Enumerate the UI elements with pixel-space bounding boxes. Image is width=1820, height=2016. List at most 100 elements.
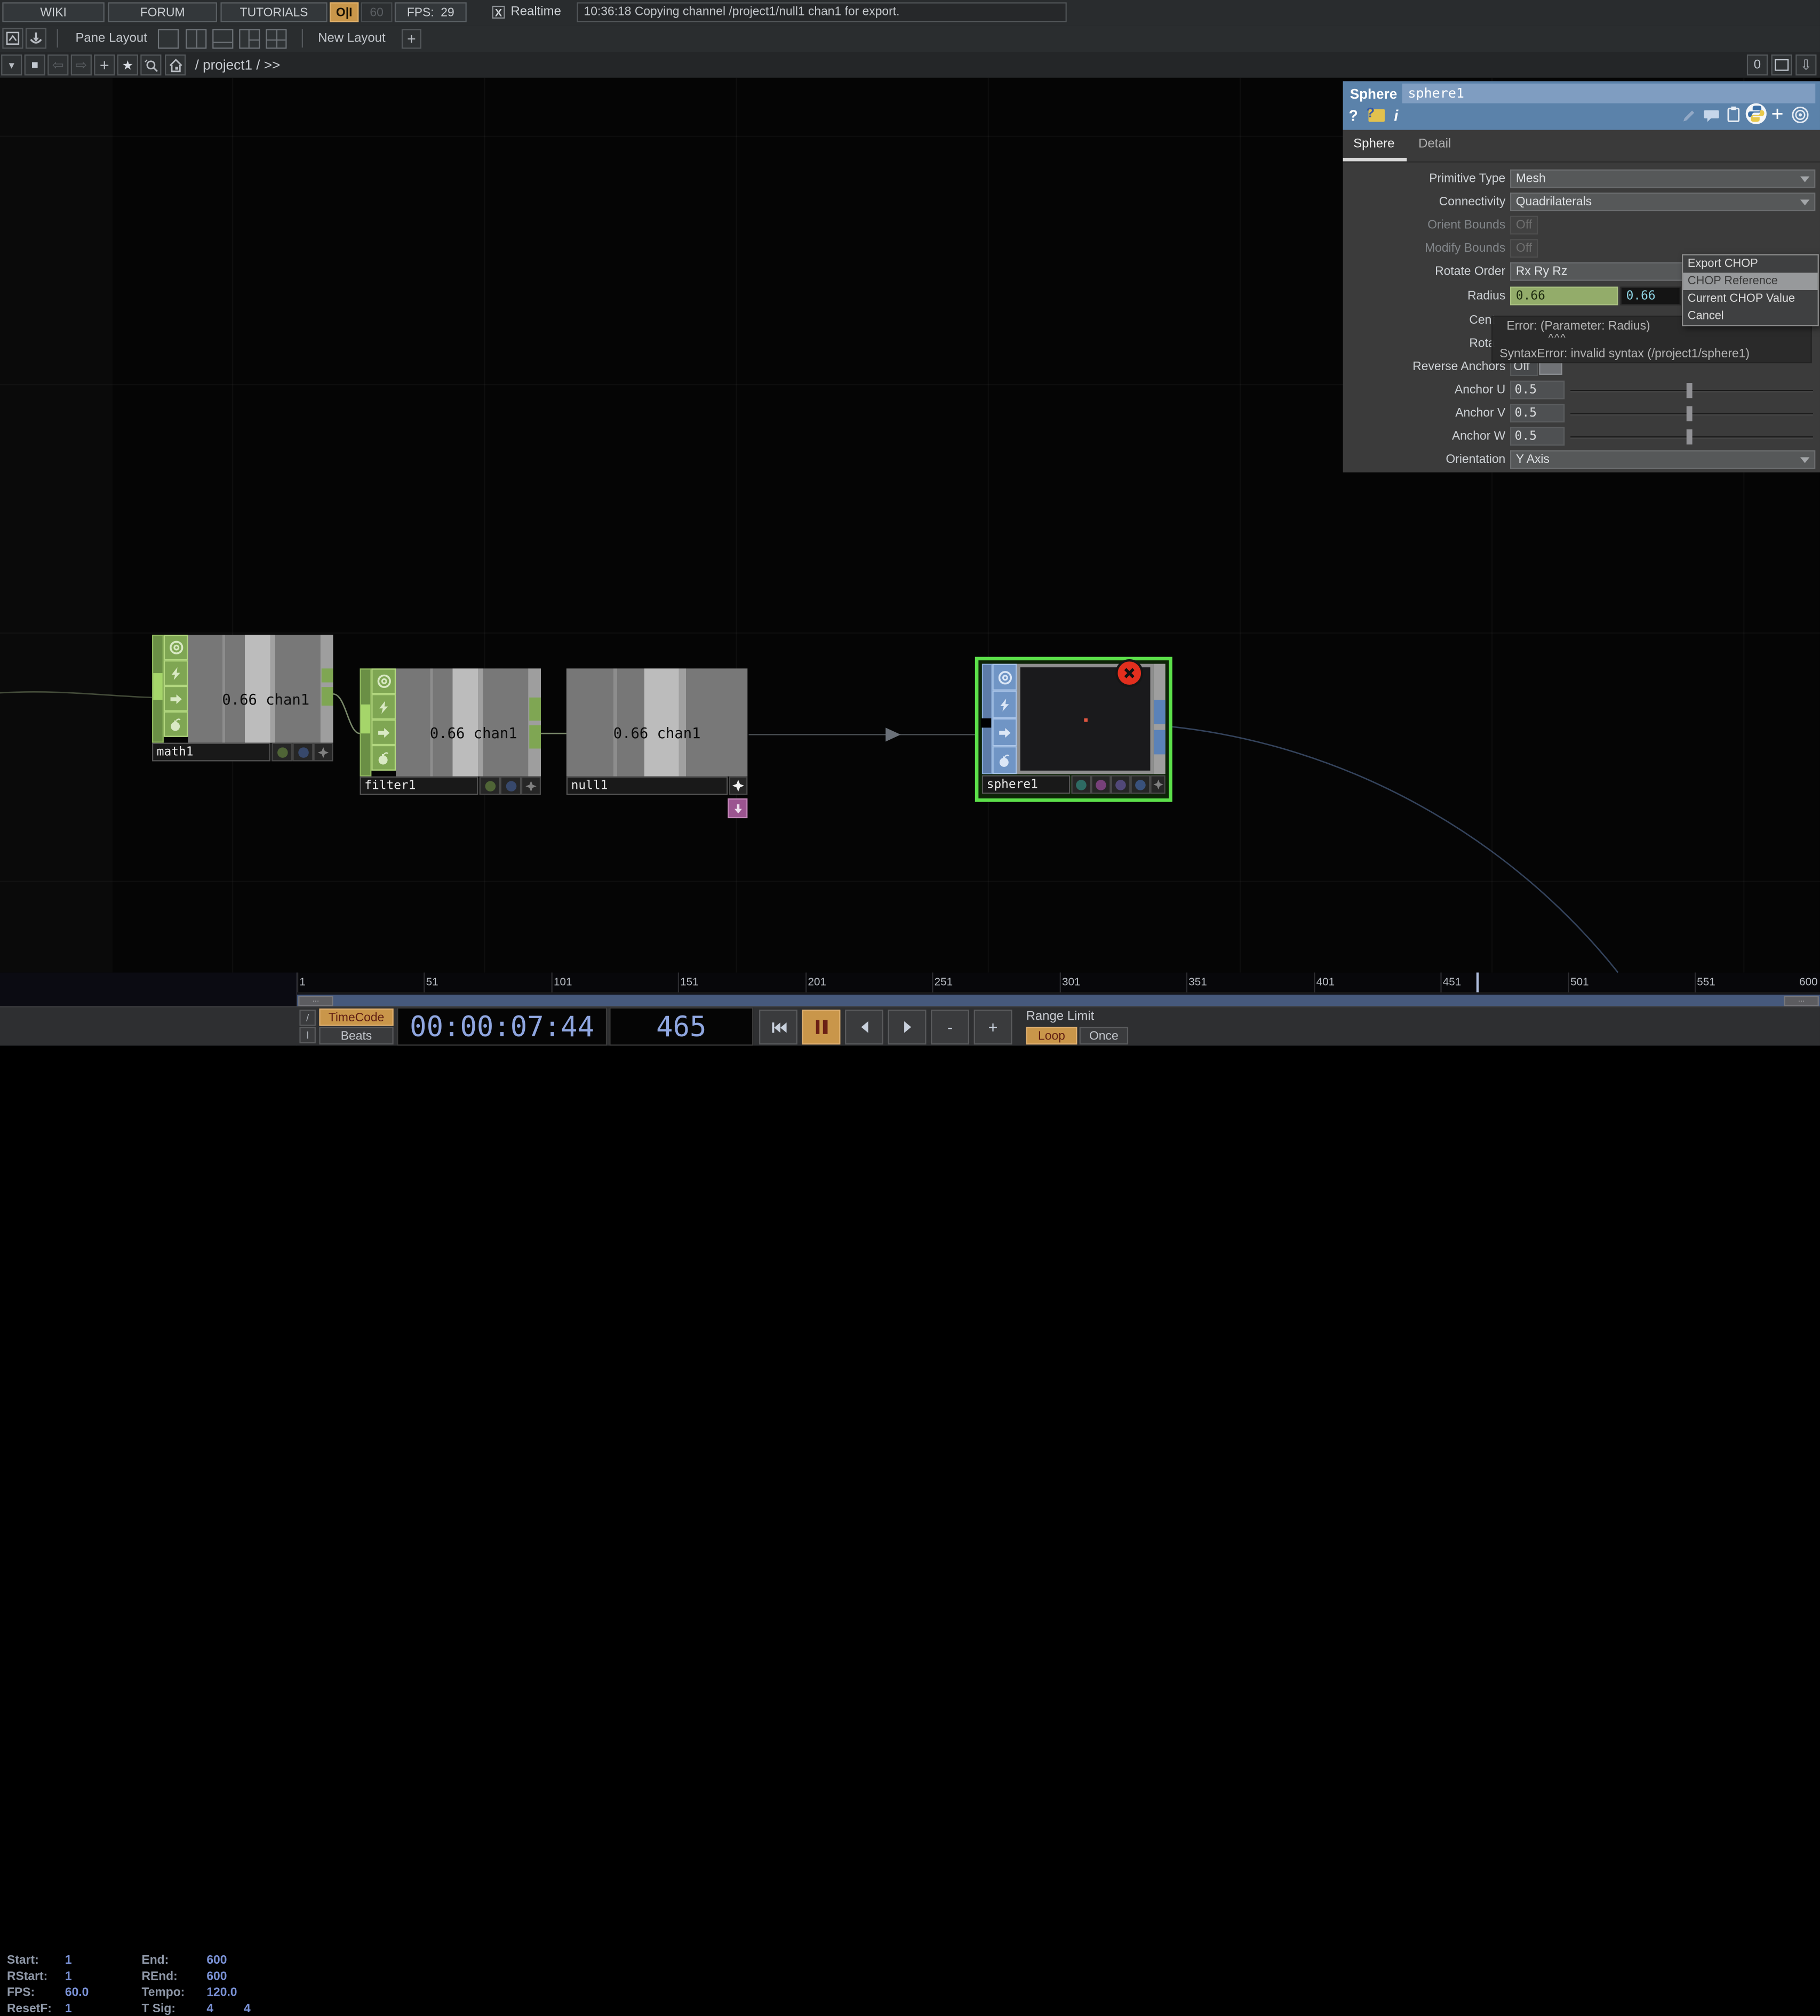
python-help-icon[interactable]: ? <box>1366 108 1386 123</box>
sphere1-flag-1[interactable] <box>1071 775 1091 794</box>
orientation-dropdown[interactable]: Y Axis <box>1510 450 1815 469</box>
radius-chop-value-field[interactable]: 0.66 <box>1621 286 1681 305</box>
edit-pencil-icon[interactable] <box>1681 108 1697 129</box>
layout-preset-single[interactable] <box>158 29 179 49</box>
bomb-icon[interactable] <box>371 745 396 771</box>
sphere1-star-flag[interactable] <box>1150 775 1165 794</box>
primitive-type-dropdown[interactable]: Mesh <box>1510 170 1815 188</box>
layout-preset-quad[interactable] <box>266 29 286 49</box>
bomb-icon[interactable] <box>164 711 188 737</box>
rend-value[interactable]: 600 <box>206 1970 227 1983</box>
null1-name[interactable]: null1 <box>566 777 728 795</box>
filter1-input-strip[interactable] <box>360 668 372 776</box>
lightning-icon[interactable] <box>371 694 396 719</box>
layout-preset-split-v[interactable] <box>186 29 206 49</box>
insert-mode-button[interactable]: I <box>299 1027 315 1043</box>
end-value[interactable]: 600 <box>206 1953 227 1967</box>
node-null1[interactable]: 0.66 chan1 null1 <box>566 668 747 819</box>
math1-star-flag[interactable] <box>314 743 333 762</box>
anchor-u-handle[interactable] <box>1687 383 1693 398</box>
anchor-w-value[interactable]: 0.5 <box>1510 427 1564 446</box>
math1-output-connector[interactable] <box>322 668 333 682</box>
math1-viewer-flag[interactable] <box>272 743 292 762</box>
math1-output-connector2[interactable] <box>322 687 333 706</box>
null1-export-button[interactable] <box>728 798 747 818</box>
menu-item-export-chop[interactable]: Export CHOP <box>1683 255 1817 273</box>
range-right-handle[interactable]: ... <box>1784 996 1819 1006</box>
add-op-button[interactable]: + <box>94 54 115 75</box>
tab-detail[interactable]: Detail <box>1418 137 1451 151</box>
loop-button[interactable]: Loop <box>1026 1027 1077 1045</box>
sphere1-input-strip[interactable] <box>982 664 993 774</box>
filter1-name[interactable]: filter1 <box>360 777 478 795</box>
math1-body[interactable] <box>188 635 321 742</box>
sphere1-flag-4[interactable] <box>1130 775 1150 794</box>
home-button[interactable] <box>165 54 186 75</box>
op-name-input[interactable]: sphere1 <box>1402 84 1816 103</box>
tutorials-button[interactable]: TUTORIALS <box>220 2 327 22</box>
filter1-output-strip[interactable] <box>528 668 541 776</box>
null1-body[interactable] <box>566 668 747 776</box>
lightning-icon[interactable] <box>992 691 1017 718</box>
add-layout-button[interactable]: + <box>402 29 421 49</box>
io-toggle-button[interactable]: O|I <box>330 2 358 22</box>
once-button[interactable]: Once <box>1080 1027 1128 1045</box>
connectivity-dropdown[interactable]: Quadrilaterals <box>1510 193 1815 211</box>
viewer-icon[interactable] <box>371 668 396 694</box>
forward-button[interactable]: ⇨ <box>71 54 92 75</box>
pane-anchor-icon[interactable] <box>26 28 46 49</box>
filter1-viewer-flag[interactable] <box>480 777 500 795</box>
tab-sphere[interactable]: Sphere <box>1353 137 1394 151</box>
range-left-handle[interactable]: ... <box>298 996 333 1006</box>
timeline-ruler[interactable]: 1 51 101 151 201 251 301 351 401 451 501… <box>297 972 1820 993</box>
math1-bypass-flag[interactable] <box>292 743 313 762</box>
layout-preset-split-h[interactable] <box>212 29 233 49</box>
anchor-v-handle[interactable] <box>1687 406 1693 421</box>
frame-increment-button[interactable]: + <box>974 1010 1012 1044</box>
timeline-range-bar[interactable]: ... ... <box>297 994 1820 1006</box>
help-icon[interactable]: ? <box>1349 107 1358 124</box>
arrow-icon[interactable] <box>992 718 1017 746</box>
radius-export-field[interactable]: 0.66 <box>1510 286 1618 305</box>
anchor-u-value[interactable]: 0.5 <box>1510 381 1564 399</box>
menu-item-current-chop-value[interactable]: Current CHOP Value <box>1683 290 1817 308</box>
fps-cap-button[interactable]: 60 <box>361 2 393 22</box>
timecode-mode-button[interactable]: TimeCode <box>319 1009 393 1026</box>
add-parameter-icon[interactable]: + <box>1771 102 1784 126</box>
layout-preset-left-right-split[interactable] <box>239 29 260 49</box>
menu-item-cancel[interactable]: Cancel <box>1683 308 1817 325</box>
viewer-icon[interactable] <box>992 664 1017 691</box>
fps-value[interactable]: 60.0 <box>65 1986 89 1999</box>
pause-button[interactable] <box>802 1010 841 1044</box>
sphere1-output-connector[interactable] <box>1154 700 1166 724</box>
lightning-icon[interactable] <box>164 660 188 686</box>
bookmark-button[interactable]: ★ <box>117 54 138 75</box>
rstart-value[interactable]: 1 <box>65 1970 72 1983</box>
sphere1-flag-3[interactable] <box>1111 775 1130 794</box>
start-value[interactable]: 1 <box>65 1953 72 1967</box>
sphere1-output-connector2[interactable] <box>1154 730 1166 755</box>
tsig-value-1[interactable]: 4 <box>206 2002 213 2016</box>
filter1-output-connector[interactable] <box>529 698 541 721</box>
maximize-button[interactable] <box>1771 54 1792 75</box>
frame-decrement-button[interactable]: - <box>931 1010 969 1044</box>
frame-display[interactable]: 465 <box>609 1007 753 1046</box>
python-icon[interactable] <box>1746 103 1767 124</box>
forum-button[interactable]: FORUM <box>108 2 217 22</box>
comment-icon[interactable] <box>1703 108 1720 129</box>
wiki-button[interactable]: WIKI <box>2 2 104 22</box>
step-back-button[interactable] <box>845 1010 883 1044</box>
pane-image-icon[interactable] <box>2 28 23 49</box>
pane-type-dropdown[interactable]: ▼ <box>1 54 22 75</box>
tsig-value-2[interactable]: 4 <box>244 2002 251 2016</box>
viewer-icon[interactable] <box>164 635 188 660</box>
beats-mode-button[interactable]: Beats <box>319 1027 393 1045</box>
error-badge-icon[interactable] <box>1115 659 1143 687</box>
math1-name[interactable]: math1 <box>152 743 270 762</box>
sphere1-name[interactable]: sphere1 <box>982 775 1070 794</box>
sphere1-input-connector[interactable] <box>981 718 992 727</box>
math1-output-strip[interactable] <box>321 635 333 742</box>
filter1-bypass-flag[interactable] <box>500 777 521 795</box>
playhead[interactable] <box>1476 972 1479 992</box>
filter1-star-flag[interactable] <box>521 777 541 795</box>
